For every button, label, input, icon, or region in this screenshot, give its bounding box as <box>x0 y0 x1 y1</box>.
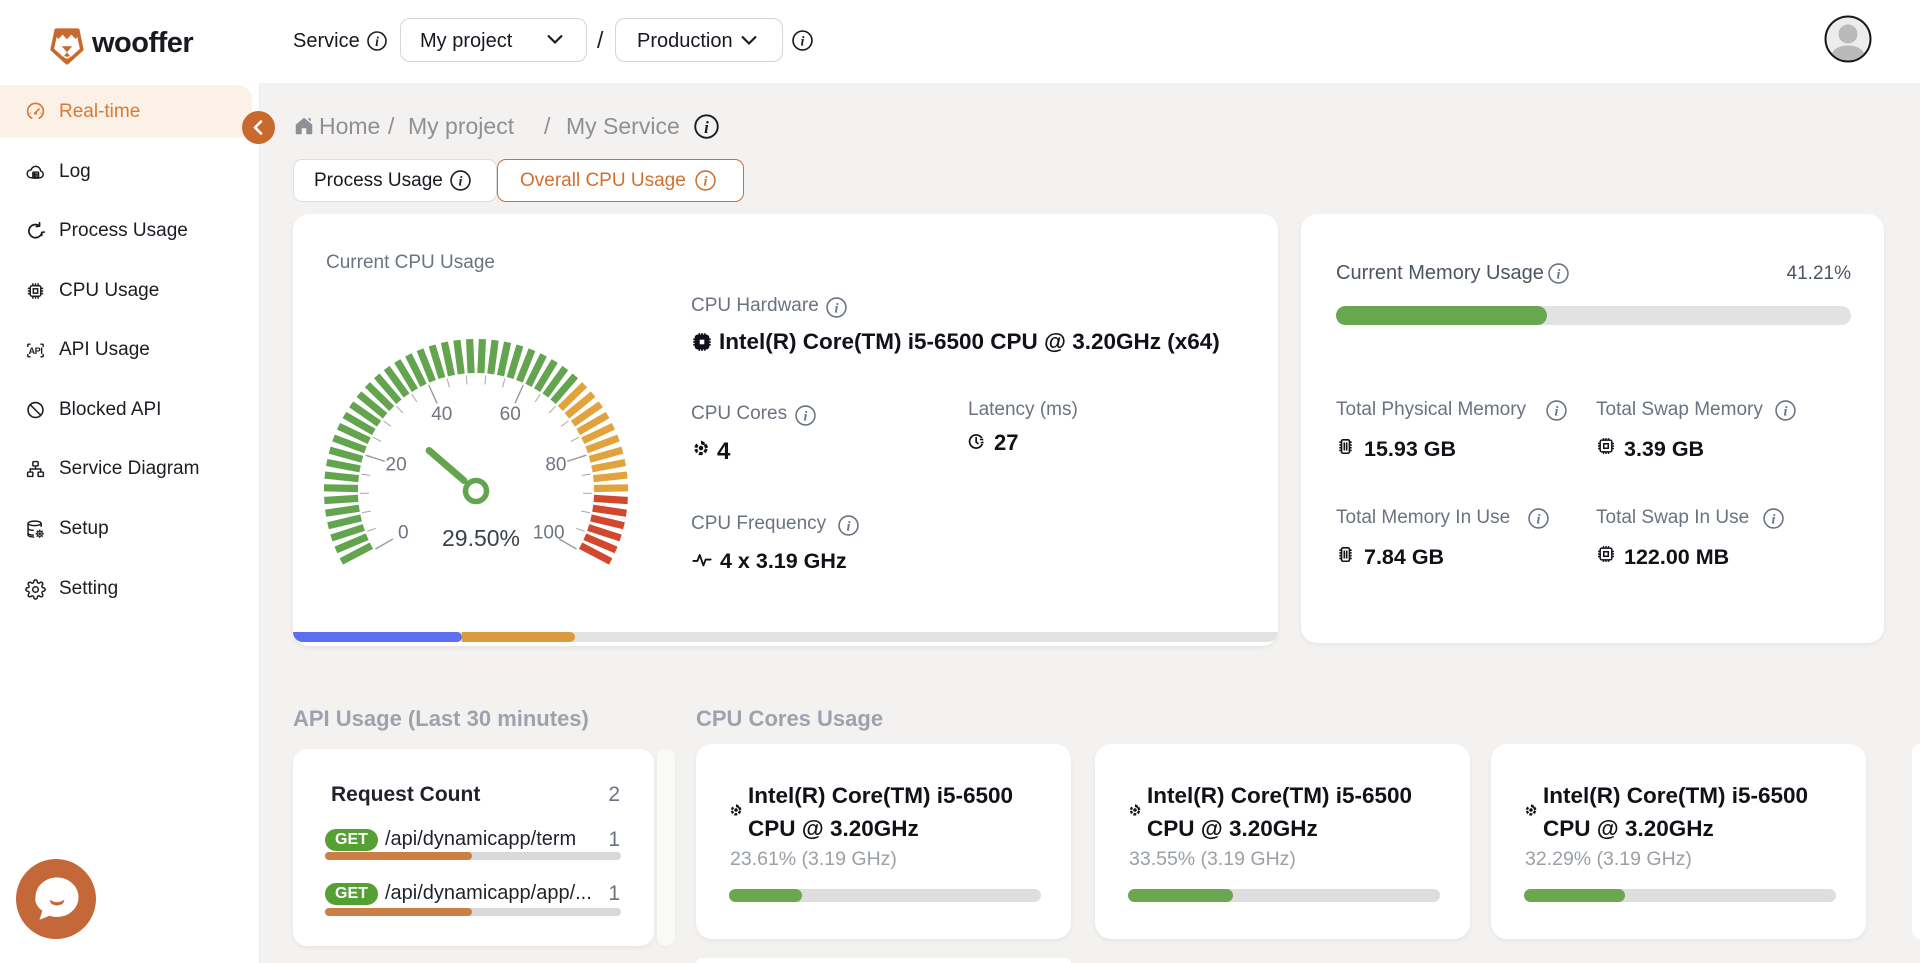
svg-text:i: i <box>459 174 463 190</box>
svg-text:i: i <box>1557 267 1561 283</box>
svg-text:i: i <box>801 34 805 50</box>
svg-text:i: i <box>704 174 708 190</box>
svg-text:60: 60 <box>500 404 521 425</box>
svg-text:API: API <box>29 345 43 355</box>
svg-text:i: i <box>1555 404 1559 420</box>
svg-text:i: i <box>847 519 851 535</box>
svg-text:i: i <box>1772 512 1776 528</box>
svg-text:i: i <box>804 409 808 425</box>
svg-text:20: 20 <box>386 455 407 476</box>
svg-text:i: i <box>1537 512 1541 528</box>
svg-text:i: i <box>704 118 709 137</box>
svg-text:i: i <box>1784 404 1788 420</box>
svg-text:i: i <box>835 301 839 317</box>
svg-text:i: i <box>375 34 379 49</box>
svg-text:80: 80 <box>545 455 566 476</box>
svg-text:40: 40 <box>431 404 452 425</box>
